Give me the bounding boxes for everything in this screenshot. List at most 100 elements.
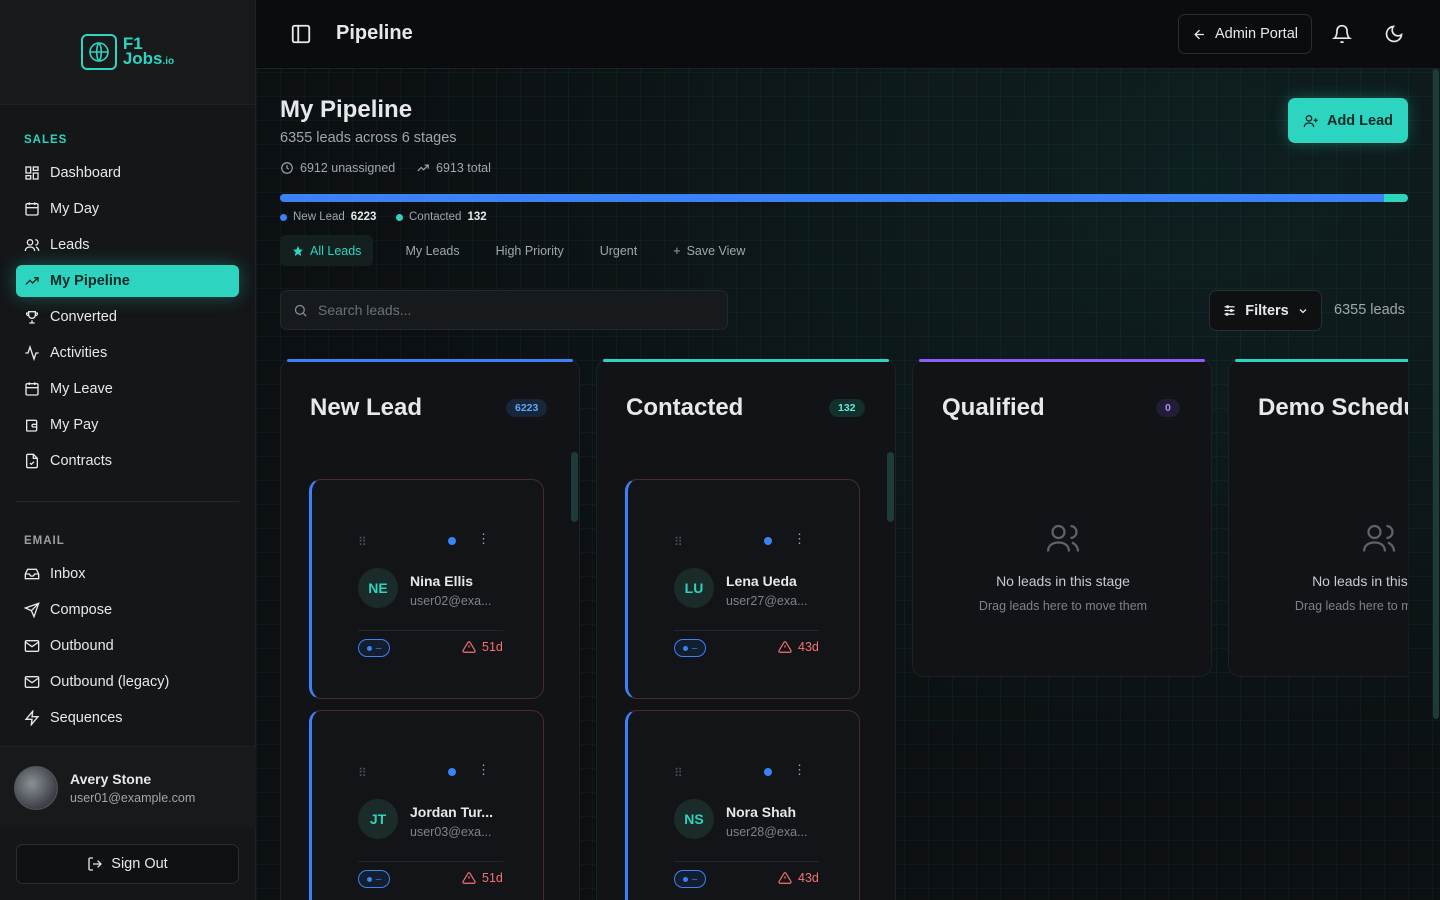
progress-segment-new-lead — [280, 194, 1385, 202]
tab-urgent[interactable]: Urgent — [588, 235, 650, 266]
sidebar-item-contracts[interactable]: Contracts — [16, 445, 239, 477]
priority-pill[interactable]: – — [674, 639, 706, 657]
page-subtitle: 6355 leads across 6 stages — [280, 130, 457, 146]
sidebar-item-dashboard[interactable]: Dashboard — [16, 157, 239, 189]
sidebar-toggle-icon[interactable] — [290, 23, 312, 45]
age-indicator: 43d — [778, 871, 819, 885]
priority-pill[interactable]: – — [358, 639, 390, 657]
tab-label: High Priority — [495, 243, 564, 258]
priority-value: – — [375, 642, 382, 654]
search-icon — [294, 304, 307, 317]
tab-high-priority[interactable]: High Priority — [484, 235, 576, 266]
column-count-badge: 6223 — [506, 399, 548, 417]
lead-email: user27@exa... — [726, 594, 808, 608]
page-scrollbar[interactable] — [1433, 69, 1439, 719]
sidebar-item-label: My Pay — [50, 417, 99, 433]
unassigned-meta: 6912 unassigned — [280, 161, 395, 175]
sidebar-item-outbound[interactable]: Outbound — [16, 630, 239, 662]
more-options-icon[interactable]: ⋮ — [477, 532, 490, 546]
filters-button[interactable]: Filters — [1209, 290, 1322, 331]
sidebar-item-compose[interactable]: Compose — [16, 594, 239, 626]
arrow-left-icon — [1194, 29, 1204, 39]
trending-up-icon — [25, 277, 39, 285]
section-label-sales: SALES — [24, 134, 68, 146]
priority-pill[interactable]: – — [674, 870, 706, 888]
trending-up-icon — [417, 164, 429, 172]
bell-icon[interactable] — [1332, 24, 1352, 44]
user-profile[interactable]: Avery Stone user01@example.com — [0, 746, 256, 828]
sidebar-item-my-pipeline[interactable]: My Pipeline — [16, 265, 239, 297]
column-contacted: Contacted 132 ⠿ ⋮ LU Lena Ueda user27@ex… — [596, 359, 896, 900]
sign-out-button[interactable]: Sign Out — [16, 844, 239, 884]
card-divider — [358, 630, 503, 631]
add-lead-button[interactable]: Add Lead — [1288, 98, 1408, 143]
admin-portal-button[interactable]: Admin Portal — [1178, 14, 1312, 54]
avatar — [14, 765, 58, 810]
more-options-icon[interactable]: ⋮ — [793, 532, 806, 546]
empty-subtitle: Drag leads here to move them — [978, 599, 1148, 613]
age-value: 43d — [798, 640, 819, 654]
sidebar-item-label: Outbound (legacy) — [50, 674, 170, 690]
sidebar-item-label: Outbound — [50, 638, 114, 654]
lead-email: user03@exa... — [410, 825, 492, 839]
tab-all-leads[interactable]: All Leads — [280, 235, 374, 266]
lead-card[interactable]: ⠿ ⋮ NS Nora Shah user28@exa... – 43d — [625, 710, 860, 900]
more-options-icon[interactable]: ⋮ — [793, 763, 806, 777]
lead-card[interactable]: ⠿ ⋮ LU Lena Ueda user27@exa... – 43d — [625, 479, 860, 699]
users-icon — [1046, 524, 1080, 552]
empty-subtitle: Drag leads here to move them — [1294, 599, 1408, 613]
sidebar-item-activities[interactable]: Activities — [16, 337, 239, 369]
lead-card[interactable]: ⠿ ⋮ JT Jordan Tur... user03@exa... – 51d — [309, 710, 544, 900]
warning-icon — [778, 641, 792, 653]
drag-handle-icon[interactable]: ⠿ — [358, 535, 367, 549]
priority-pill[interactable]: – — [358, 870, 390, 888]
brand-line2: Jobs — [122, 48, 163, 68]
column-scrollbar[interactable] — [887, 452, 894, 522]
sidebar-item-my-day[interactable]: My Day — [16, 193, 239, 225]
log-out-icon — [88, 857, 103, 871]
sidebar-item-label: Activities — [50, 345, 108, 361]
brand-name: F1 Jobs.io — [122, 35, 174, 69]
wallet-icon — [26, 419, 38, 432]
drag-handle-icon[interactable]: ⠿ — [358, 766, 367, 780]
priority-value: – — [375, 873, 382, 885]
sidebar-item-outbound-legacy[interactable]: Outbound (legacy) — [16, 666, 239, 698]
lead-card[interactable]: ⠿ ⋮ NE Nina Ellis user02@exa... – 51d — [309, 479, 544, 699]
calendar-icon — [25, 202, 39, 216]
sign-out-label: Sign Out — [111, 856, 168, 872]
sidebar-item-sequences[interactable]: Sequences — [16, 702, 239, 734]
sidebar-item-leads[interactable]: Leads — [16, 229, 239, 261]
brand-logo[interactable]: F1 Jobs.io — [80, 34, 174, 70]
status-dot — [764, 768, 772, 776]
legend-value: 6223 — [350, 211, 377, 223]
sidebar-item-inbox[interactable]: Inbox — [16, 558, 239, 590]
empty-title: No leads in this stage — [996, 573, 1130, 589]
priority-value: – — [691, 873, 698, 885]
drag-handle-icon[interactable]: ⠿ — [674, 535, 683, 549]
zap-icon — [24, 710, 40, 726]
legend-new-lead: New Lead 6223 — [280, 211, 376, 223]
more-options-icon[interactable]: ⋮ — [477, 763, 490, 777]
warning-icon — [462, 641, 476, 653]
stage-progress-bar — [280, 194, 1408, 202]
sidebar-item-my-leave[interactable]: My Leave — [16, 373, 239, 405]
trophy-icon — [25, 311, 39, 324]
email-nav: Inbox Compose Outbound Outbound (legacy)… — [16, 558, 239, 738]
legend-value: 132 — [467, 211, 487, 223]
add-lead-label: Add Lead — [1326, 112, 1394, 129]
topbar: Pipeline Admin Portal — [256, 0, 1440, 69]
legend-label: New Lead — [293, 211, 345, 223]
column-title: New Lead — [310, 394, 423, 421]
save-view-button[interactable]: + Save View — [661, 235, 757, 266]
column-scrollbar[interactable] — [571, 452, 578, 522]
sidebar-item-my-pay[interactable]: My Pay — [16, 409, 239, 441]
age-value: 51d — [482, 640, 503, 654]
card-divider — [674, 630, 819, 631]
search-input[interactable] — [318, 302, 698, 318]
page-title: My Pipeline — [280, 96, 413, 123]
drag-handle-icon[interactable]: ⠿ — [674, 766, 683, 780]
sidebar-item-converted[interactable]: Converted — [16, 301, 239, 333]
tab-my-leads[interactable]: My Leads — [393, 235, 471, 266]
kanban-board: New Lead 6223 ⠿ ⋮ NE Nina Ellis user02@e… — [280, 359, 1408, 900]
moon-icon[interactable] — [1384, 24, 1404, 44]
